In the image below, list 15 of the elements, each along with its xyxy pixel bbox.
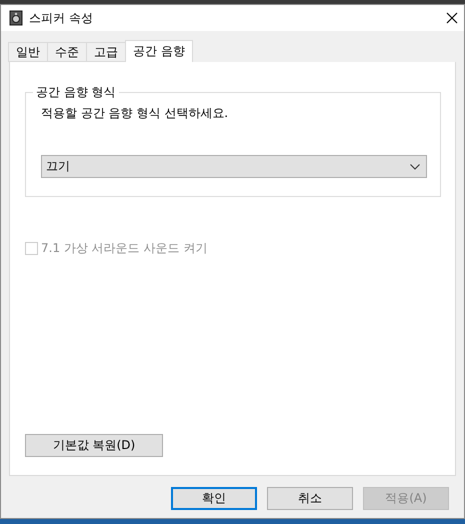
speaker-icon (9, 10, 23, 26)
prompt-text: 적용할 공간 음향 형식 선택하세요. (41, 105, 230, 122)
tab[interactable]: 공간 음향 (125, 40, 193, 62)
window-title: 스피커 속성 (29, 10, 94, 26)
tab[interactable]: 일반 (8, 42, 48, 62)
dialog-button[interactable]: 취소 (267, 487, 353, 510)
group-title: 공간 음향 형식 (35, 84, 117, 101)
tab[interactable]: 고급 (86, 42, 126, 62)
checkbox-label: 7.1 가상 서라운드 사운드 켜기 (41, 240, 208, 257)
close-icon[interactable] (446, 12, 458, 24)
chevron-icon (410, 164, 420, 170)
restore-defaults-button[interactable]: 기본값 복원(D) (25, 434, 163, 457)
format-dropdown[interactable]: 끄기 (41, 155, 427, 178)
tab[interactable]: 수준 (47, 42, 87, 62)
dialog-button[interactable]: 확인 (171, 487, 257, 510)
